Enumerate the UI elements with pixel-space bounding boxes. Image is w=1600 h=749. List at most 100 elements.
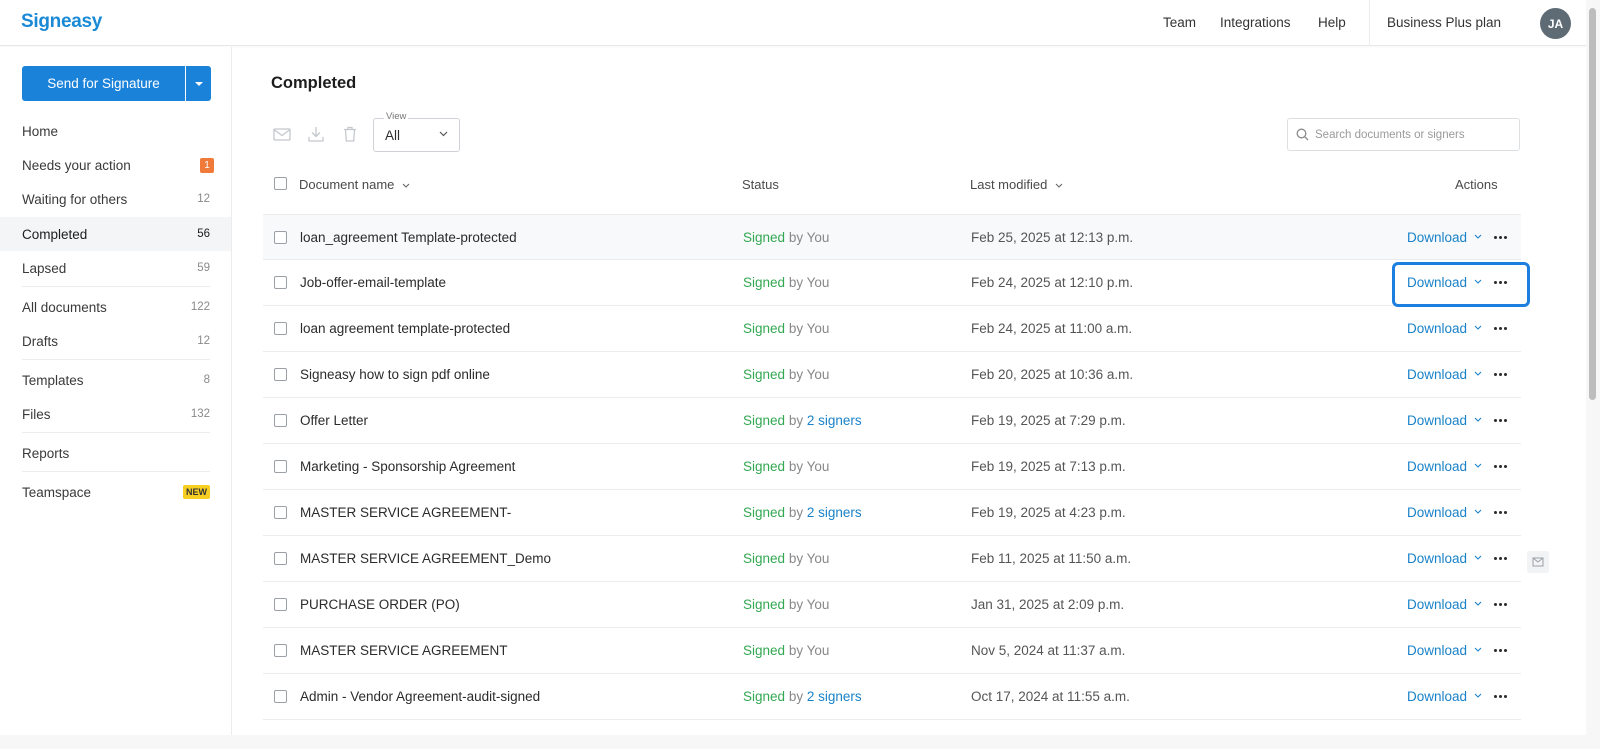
document-name[interactable]: loan agreement template-protected bbox=[300, 321, 510, 336]
document-name[interactable]: MASTER SERVICE AGREEMENT bbox=[300, 643, 508, 658]
feedback-widget-button[interactable] bbox=[1527, 551, 1549, 573]
more-actions-icon[interactable] bbox=[1494, 695, 1507, 698]
table-row[interactable]: MASTER SERVICE AGREEMENT_Demo Signed by Y… bbox=[263, 536, 1521, 582]
document-name[interactable]: Job-offer-email-template bbox=[300, 275, 446, 290]
horizontal-scrollbar[interactable] bbox=[0, 735, 1586, 749]
download-icon[interactable] bbox=[307, 126, 325, 142]
download-chevron-icon[interactable] bbox=[1474, 417, 1482, 422]
document-name[interactable]: Marketing - Sponsorship Agreement bbox=[300, 459, 515, 474]
row-checkbox[interactable] bbox=[274, 322, 287, 335]
plan-label[interactable]: Business Plus plan bbox=[1387, 15, 1501, 30]
delete-icon[interactable] bbox=[341, 126, 359, 142]
nav-team[interactable]: Team bbox=[1163, 15, 1196, 30]
row-checkbox[interactable] bbox=[274, 460, 287, 473]
more-actions-icon[interactable] bbox=[1494, 557, 1507, 560]
table-row[interactable]: Offer Letter Signed by 2 signers Feb 19, 2… bbox=[263, 398, 1521, 444]
download-chevron-icon[interactable] bbox=[1474, 234, 1482, 239]
sidebar-item-completed[interactable]: Completed 56 bbox=[0, 217, 231, 251]
download-chevron-icon[interactable] bbox=[1474, 555, 1482, 560]
download-chevron-icon[interactable] bbox=[1474, 371, 1482, 376]
more-actions-icon[interactable] bbox=[1494, 511, 1507, 514]
download-button[interactable]: Download bbox=[1407, 597, 1467, 612]
send-options-dropdown-button[interactable] bbox=[186, 66, 211, 101]
row-checkbox[interactable] bbox=[274, 552, 287, 565]
download-button[interactable]: Download bbox=[1407, 551, 1467, 566]
row-checkbox[interactable] bbox=[274, 368, 287, 381]
table-row[interactable]: MASTER SERVICE AGREEMENT- Signed by 2 sig… bbox=[263, 490, 1521, 536]
table-row[interactable]: loan agreement template-protected Signed … bbox=[263, 306, 1521, 352]
sidebar-item-templates[interactable]: Templates 8 bbox=[0, 363, 231, 397]
download-button[interactable]: Download bbox=[1407, 230, 1467, 245]
sidebar-item-all-documents[interactable]: All documents 122 bbox=[0, 290, 231, 324]
download-chevron-icon[interactable] bbox=[1474, 463, 1482, 468]
download-chevron-icon[interactable] bbox=[1474, 325, 1482, 330]
more-actions-icon[interactable] bbox=[1494, 373, 1507, 376]
document-name[interactable]: MASTER SERVICE AGREEMENT- bbox=[300, 505, 511, 520]
sidebar-item-waiting-for-others[interactable]: Waiting for others 12 bbox=[0, 182, 231, 216]
status-signer[interactable]: 2 signers bbox=[807, 413, 862, 428]
column-header-last-modified[interactable]: Last modified bbox=[970, 177, 1063, 192]
download-button[interactable]: Download bbox=[1407, 459, 1467, 474]
account-area[interactable]: Business Plus plan JA bbox=[1369, 0, 1586, 46]
sidebar-item-lapsed[interactable]: Lapsed 59 bbox=[0, 251, 231, 285]
view-select[interactable]: View All bbox=[373, 111, 460, 152]
row-checkbox[interactable] bbox=[274, 644, 287, 657]
document-name[interactable]: PURCHASE ORDER (PO) bbox=[300, 597, 460, 612]
sidebar-item-label: Reports bbox=[22, 445, 70, 461]
table-row[interactable]: PURCHASE ORDER (PO) Signed by You Jan 31, … bbox=[263, 582, 1521, 628]
avatar[interactable]: JA bbox=[1540, 8, 1571, 39]
select-all-checkbox[interactable] bbox=[274, 177, 287, 190]
row-checkbox[interactable] bbox=[274, 414, 287, 427]
row-checkbox[interactable] bbox=[274, 231, 287, 244]
document-name[interactable]: MASTER SERVICE AGREEMENT_Demo bbox=[300, 551, 551, 566]
row-checkbox[interactable] bbox=[274, 690, 287, 703]
download-chevron-icon[interactable] bbox=[1474, 509, 1482, 514]
download-button[interactable]: Download bbox=[1407, 367, 1467, 382]
table-row[interactable]: loan_agreement Template-protected Signed … bbox=[263, 214, 1521, 260]
more-actions-icon[interactable] bbox=[1494, 465, 1507, 468]
download-chevron-icon[interactable] bbox=[1474, 693, 1482, 698]
table-row[interactable]: Marketing - Sponsorship Agreement Signed … bbox=[263, 444, 1521, 490]
nav-help[interactable]: Help bbox=[1318, 15, 1346, 30]
table-row[interactable]: Job-offer-email-template Signed by You Feb… bbox=[263, 260, 1521, 306]
document-name[interactable]: Offer Letter bbox=[300, 413, 368, 428]
download-button[interactable]: Download bbox=[1407, 321, 1467, 336]
sidebar-item-drafts[interactable]: Drafts 12 bbox=[0, 324, 231, 358]
status-signer[interactable]: 2 signers bbox=[807, 689, 862, 704]
download-chevron-icon[interactable] bbox=[1474, 647, 1482, 652]
email-icon[interactable] bbox=[273, 126, 291, 142]
document-name[interactable]: loan_agreement Template-protected bbox=[300, 230, 517, 245]
sidebar-item-files[interactable]: Files 132 bbox=[0, 397, 231, 431]
row-checkbox[interactable] bbox=[274, 276, 287, 289]
scrollbar-thumb[interactable] bbox=[1589, 8, 1596, 400]
more-actions-icon[interactable] bbox=[1494, 603, 1507, 606]
download-button[interactable]: Download bbox=[1407, 689, 1467, 704]
more-actions-icon[interactable] bbox=[1494, 419, 1507, 422]
download-button[interactable]: Download bbox=[1407, 505, 1467, 520]
more-actions-icon[interactable] bbox=[1494, 327, 1507, 330]
table-row[interactable]: Admin - Vendor Agreement-audit-signed Sig… bbox=[263, 674, 1521, 720]
table-row[interactable]: Signeasy how to sign pdf online Signed by… bbox=[263, 352, 1521, 398]
row-checkbox[interactable] bbox=[274, 506, 287, 519]
download-button[interactable]: Download bbox=[1407, 643, 1467, 658]
sidebar-item-reports[interactable]: Reports bbox=[0, 436, 231, 470]
search-input[interactable]: Search documents or signers bbox=[1287, 118, 1520, 151]
signeasy-logo[interactable]: Signeasy bbox=[21, 11, 102, 33]
send-for-signature-button[interactable]: Send for Signature bbox=[22, 66, 185, 101]
nav-integrations[interactable]: Integrations bbox=[1220, 15, 1291, 30]
download-chevron-icon[interactable] bbox=[1474, 601, 1482, 606]
table-row[interactable]: MASTER SERVICE AGREEMENT Signed by You Nov… bbox=[263, 628, 1521, 674]
document-name[interactable]: Admin - Vendor Agreement-audit-signed bbox=[300, 689, 540, 704]
status-signer[interactable]: 2 signers bbox=[807, 505, 862, 520]
column-header-document-name[interactable]: Document name bbox=[299, 177, 410, 192]
status-signer: You bbox=[806, 275, 830, 290]
more-actions-icon[interactable] bbox=[1494, 649, 1507, 652]
sidebar-item-teamspace[interactable]: Teamspace NEW bbox=[0, 475, 231, 509]
document-name[interactable]: Signeasy how to sign pdf online bbox=[300, 367, 490, 382]
sidebar-item-needs-your-action[interactable]: Needs your action 1 bbox=[0, 148, 231, 182]
more-actions-icon[interactable] bbox=[1494, 236, 1507, 239]
sidebar-item-home[interactable]: Home bbox=[0, 114, 231, 148]
download-button[interactable]: Download bbox=[1407, 413, 1467, 428]
row-checkbox[interactable] bbox=[274, 598, 287, 611]
last-modified-date: Oct 17, 2024 at 11:55 a.m. bbox=[971, 689, 1130, 704]
